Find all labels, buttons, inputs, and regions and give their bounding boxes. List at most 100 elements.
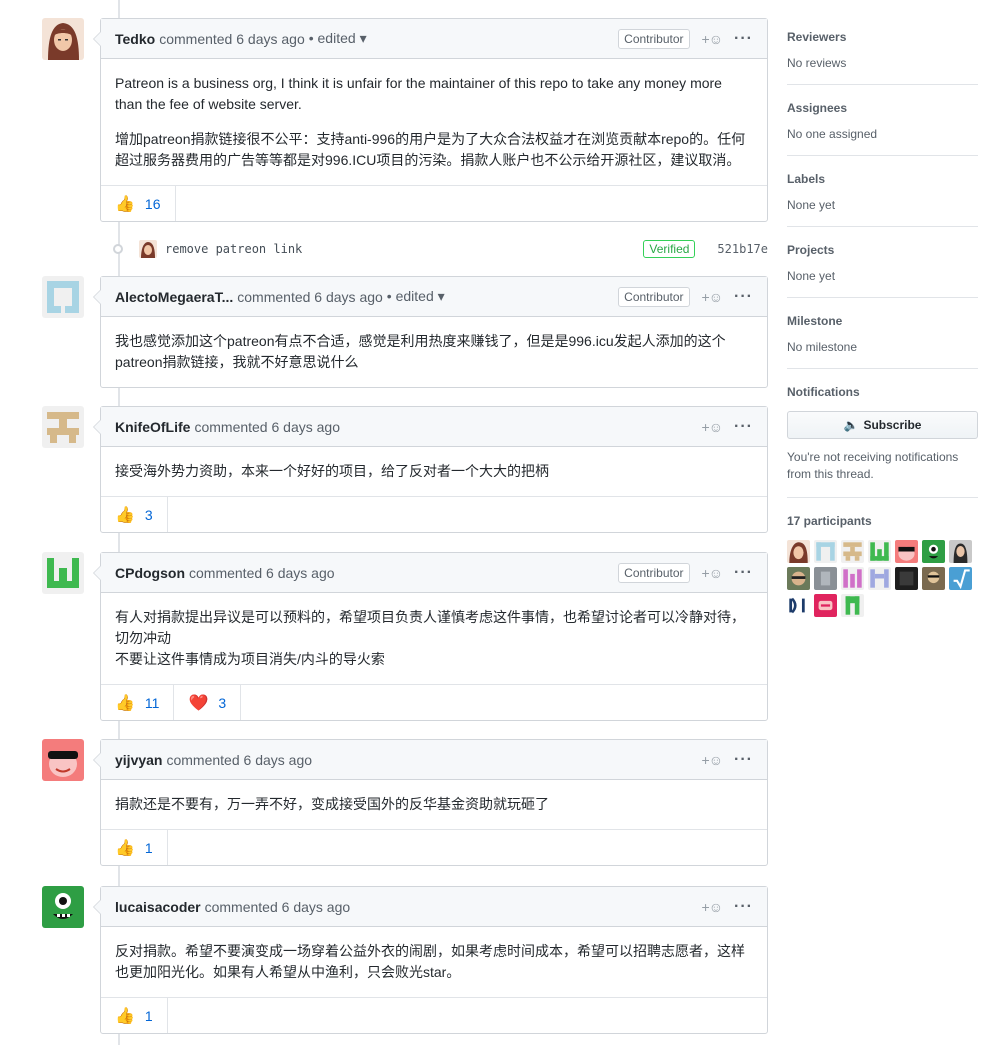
participant-avatar[interactable] — [787, 594, 810, 617]
thumbs-up-icon: 👍 — [115, 839, 135, 857]
assignees-value: No one assigned — [787, 127, 878, 141]
more-options-icon[interactable]: ··· — [734, 564, 753, 582]
comment-body: Patreon is a business org, I think it is… — [101, 59, 767, 185]
comment-author[interactable]: yijvyan — [115, 752, 162, 768]
reaction-count: 3 — [144, 506, 153, 523]
add-reaction-icon[interactable]: +☺ — [702, 752, 724, 768]
reaction-heart[interactable]: ❤️ 3 — [174, 685, 242, 720]
participant-avatar[interactable] — [841, 540, 864, 563]
commit-avatar[interactable] — [139, 240, 157, 258]
reaction-thumbs-up[interactable]: 👍 3 — [101, 497, 168, 532]
participant-avatar[interactable] — [814, 540, 837, 563]
edited-dropdown[interactable]: • edited ▾ — [387, 288, 445, 305]
add-reaction-icon[interactable]: +☺ — [702, 289, 724, 305]
comment-timestamp[interactable]: commented 6 days ago — [194, 419, 340, 435]
comment-header: yijvyan commented 6 days ago +☺ ··· — [101, 740, 767, 780]
comment-body: 反对捐款。希望不要演变成一场穿着公益外衣的闹剧，如果考虑时间成本，希望可以招聘志… — [101, 927, 767, 997]
commit-event: remove patreon link Verified 521b17e — [112, 236, 768, 262]
contributor-badge: Contributor — [618, 562, 690, 583]
milestone-value: No milestone — [787, 340, 858, 354]
comment-timestamp[interactable]: commented 6 days ago — [189, 565, 335, 581]
reactions-bar: 👍 1 — [101, 829, 767, 865]
heart-icon: ❤️ — [188, 694, 209, 712]
participant-avatar[interactable] — [922, 567, 945, 590]
assignees-heading[interactable]: Assignees — [787, 101, 978, 115]
thumbs-up-icon: 👍 — [115, 694, 135, 712]
add-reaction-icon[interactable]: +☺ — [702, 31, 724, 47]
reaction-thumbs-up[interactable]: 👍 11 — [101, 685, 175, 720]
avatar[interactable] — [42, 276, 84, 318]
comment: KnifeOfLife commented 6 days ago +☺ ··· … — [93, 406, 768, 533]
comment-paragraph: 捐款还是不要有，万一弄不好，变成接受国外的反华基金资助就玩砸了 — [115, 796, 549, 812]
participant-avatar[interactable] — [895, 567, 918, 590]
participant-avatar[interactable] — [868, 567, 891, 590]
avatar[interactable] — [42, 18, 84, 60]
reactions-bar: 👍 1 — [101, 997, 767, 1033]
add-reaction-icon[interactable]: +☺ — [702, 419, 724, 435]
participant-avatar[interactable] — [787, 540, 810, 563]
reaction-thumbs-up[interactable]: 👍 16 — [101, 186, 176, 221]
more-options-icon[interactable]: ··· — [734, 418, 753, 436]
participant-avatar[interactable] — [895, 540, 918, 563]
commit-sha[interactable]: 521b17e — [717, 242, 768, 256]
participant-avatar[interactable] — [814, 567, 837, 590]
comment-author[interactable]: KnifeOfLife — [115, 419, 190, 435]
commit-message[interactable]: remove patreon link — [165, 242, 302, 256]
notifications-note: You're not receiving notifications from … — [787, 450, 959, 481]
add-reaction-icon[interactable]: +☺ — [702, 899, 724, 915]
comment-paragraph: 增加patreon捐款链接很不公平：支持anti-996的用户是为了大众合法权益… — [115, 131, 746, 168]
participant-avatar[interactable] — [841, 594, 864, 617]
avatar[interactable] — [42, 886, 84, 928]
add-reaction-icon[interactable]: +☺ — [702, 565, 724, 581]
comment-author[interactable]: lucaisacoder — [115, 899, 201, 915]
verified-badge[interactable]: Verified — [643, 240, 696, 258]
comment: yijvyan commented 6 days ago +☺ ··· 捐款还是… — [93, 739, 768, 866]
thumbs-up-icon: 👍 — [115, 1007, 135, 1025]
comment-timestamp[interactable]: commented 6 days ago — [205, 899, 351, 915]
caret-down-icon: ▾ — [359, 30, 367, 46]
participant-avatar[interactable] — [949, 567, 972, 590]
comment-timestamp[interactable]: commented 6 days ago — [166, 752, 312, 768]
comment-timestamp[interactable]: commented 6 days ago — [237, 289, 383, 305]
participant-avatar[interactable] — [814, 594, 837, 617]
reaction-count: 16 — [144, 195, 161, 212]
avatar[interactable] — [42, 406, 84, 448]
sidebar-labels: Labels None yet — [787, 172, 978, 227]
edited-dropdown[interactable]: • edited ▾ — [309, 30, 367, 47]
comment-author[interactable]: AlectoMegaeraT... — [115, 289, 233, 305]
participant-avatar[interactable] — [868, 540, 891, 563]
comment-author[interactable]: Tedko — [115, 31, 155, 47]
comment-header: KnifeOfLife commented 6 days ago +☺ ··· — [101, 407, 767, 447]
avatar[interactable] — [42, 739, 84, 781]
projects-heading[interactable]: Projects — [787, 243, 978, 257]
comment-paragraph: 我也感觉添加这个patreon有点不合适，感觉是利用热度来赚钱了，但是是996.… — [115, 333, 726, 370]
labels-heading[interactable]: Labels — [787, 172, 978, 186]
comment-body: 捐款还是不要有，万一弄不好，变成接受国外的反华基金资助就玩砸了 — [101, 780, 767, 829]
contributor-badge: Contributor — [618, 286, 690, 307]
participant-avatar[interactable] — [922, 540, 945, 563]
comment-author[interactable]: CPdogson — [115, 565, 185, 581]
more-options-icon[interactable]: ··· — [734, 288, 753, 306]
reviewers-heading[interactable]: Reviewers — [787, 30, 978, 44]
participant-avatar[interactable] — [949, 540, 972, 563]
caret-down-icon: ▾ — [437, 288, 445, 304]
sidebar-assignees: Assignees No one assigned — [787, 101, 978, 156]
reaction-thumbs-up[interactable]: 👍 1 — [101, 998, 168, 1033]
comment: Tedko commented 6 days ago • edited ▾ Co… — [93, 18, 768, 222]
discussion-sidebar: Reviewers No reviews Assignees No one as… — [787, 20, 978, 617]
more-options-icon[interactable]: ··· — [734, 898, 753, 916]
more-options-icon[interactable]: ··· — [734, 30, 753, 48]
more-options-icon[interactable]: ··· — [734, 751, 753, 769]
participant-avatar[interactable] — [787, 567, 810, 590]
comment-header: Tedko commented 6 days ago • edited ▾ Co… — [101, 19, 767, 59]
reviewers-value: No reviews — [787, 56, 847, 70]
comment-paragraph: 反对捐款。希望不要演变成一场穿着公益外衣的闹剧，如果考虑时间成本，希望可以招聘志… — [115, 943, 745, 980]
participant-avatar[interactable] — [841, 567, 864, 590]
milestone-heading[interactable]: Milestone — [787, 314, 978, 328]
reaction-thumbs-up[interactable]: 👍 1 — [101, 830, 168, 865]
edited-label: • edited — [386, 288, 434, 304]
subscribe-button[interactable]: 🔈 Subscribe — [787, 411, 978, 439]
comment-timestamp[interactable]: commented 6 days ago — [159, 31, 305, 47]
avatar[interactable] — [42, 552, 84, 594]
contributor-badge: Contributor — [618, 28, 690, 49]
